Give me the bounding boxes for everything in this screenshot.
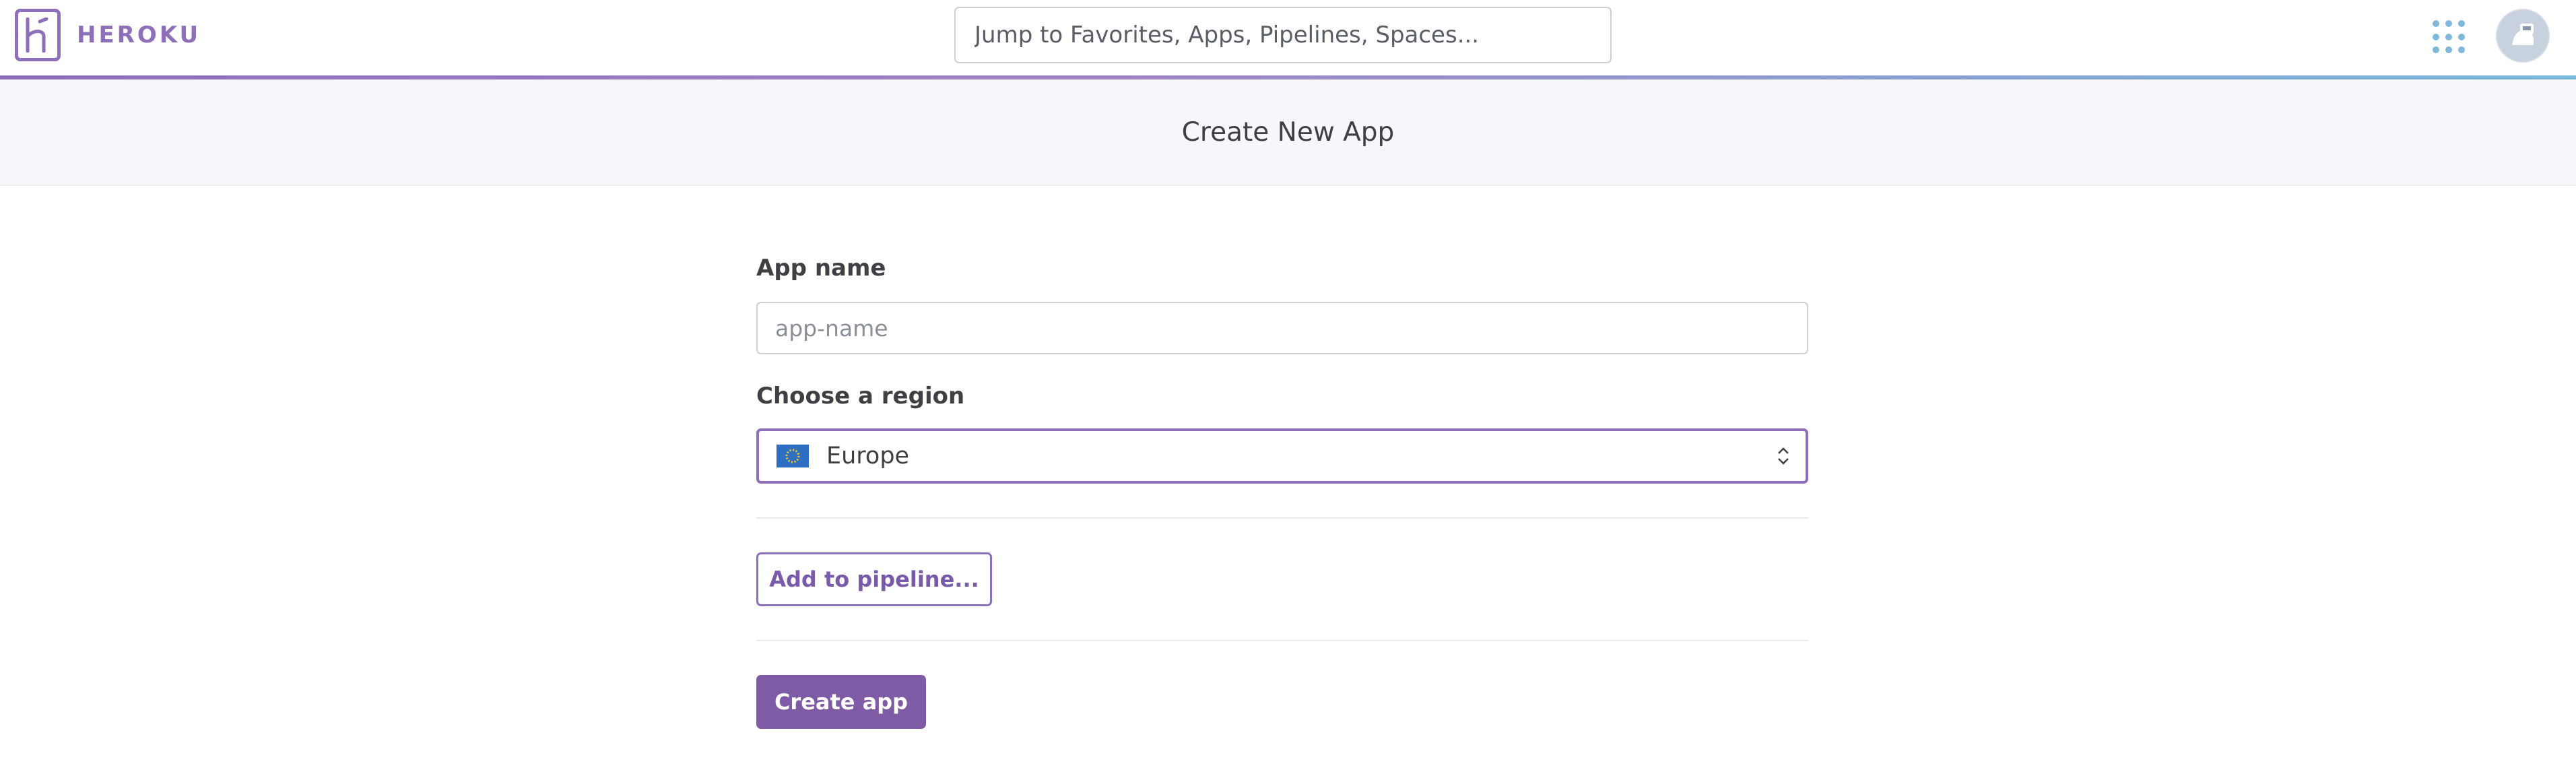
eu-flag-icon	[777, 445, 809, 467]
region-select[interactable]: Europe	[756, 428, 1808, 484]
create-app-button[interactable]: Create app	[756, 675, 926, 729]
divider	[756, 640, 1808, 641]
brand-name[interactable]: HEROKU	[77, 20, 201, 50]
up-down-chevron-icon	[1776, 445, 1791, 467]
region-selected-value: Europe	[826, 443, 910, 469]
page-title: Create New App	[1181, 117, 1395, 148]
heroku-logo-icon[interactable]	[15, 9, 61, 61]
page-header: Create New App	[0, 79, 2576, 186]
grid-dots-icon[interactable]	[2433, 20, 2466, 54]
region-label: Choose a region	[756, 383, 965, 410]
search-input[interactable]	[954, 7, 1612, 63]
top-navigation: HEROKU	[0, 0, 2576, 75]
add-to-pipeline-button[interactable]: Add to pipeline...	[756, 552, 992, 606]
create-app-form: App name Choose a region Europe Add to p…	[756, 186, 1808, 778]
app-name-label: App name	[756, 255, 886, 282]
app-name-input[interactable]	[756, 302, 1808, 354]
user-avatar-icon[interactable]	[2496, 9, 2550, 63]
divider	[756, 517, 1808, 519]
